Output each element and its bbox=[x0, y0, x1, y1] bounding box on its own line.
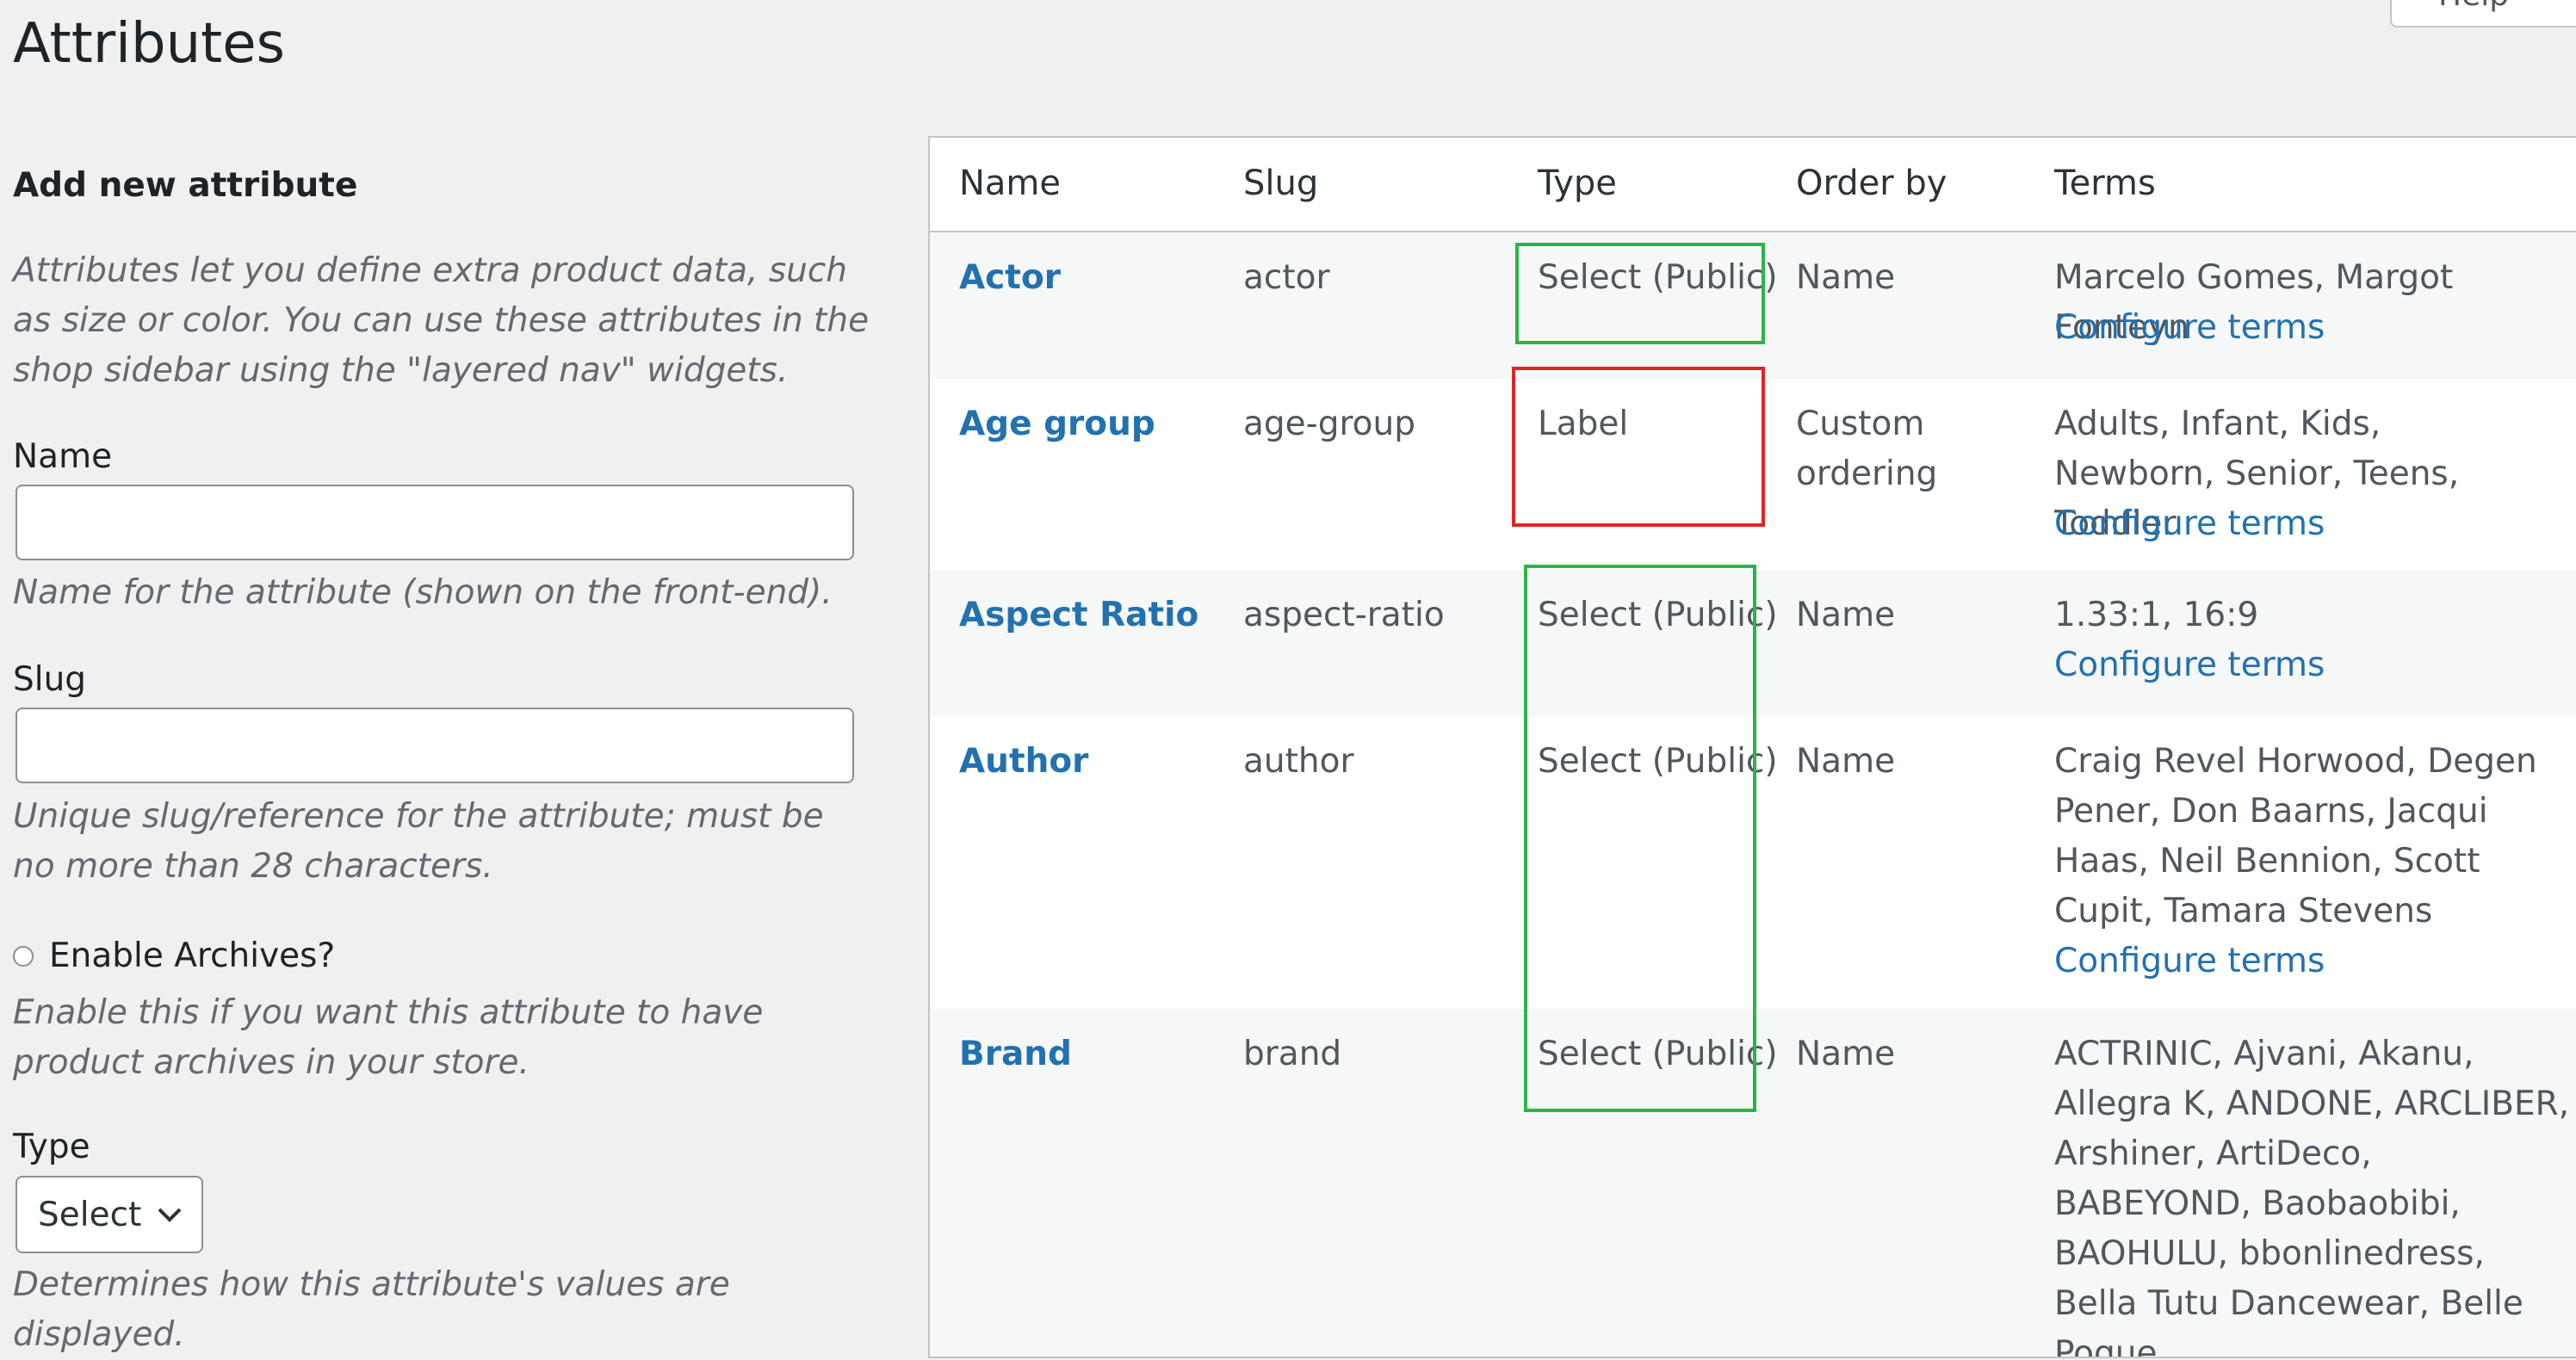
attribute-name-link[interactable]: Author bbox=[959, 737, 1088, 787]
type-label: Type bbox=[13, 1128, 90, 1166]
name-label: Name bbox=[13, 437, 113, 476]
header-slug[interactable]: Slug bbox=[1243, 164, 1318, 203]
attribute-slug: author bbox=[1243, 742, 1354, 781]
slug-input[interactable] bbox=[15, 708, 854, 783]
attribute-slug: aspect-ratio bbox=[1243, 596, 1445, 634]
section-title: Add new attribute bbox=[13, 166, 358, 205]
chevron-down-icon bbox=[158, 1208, 182, 1222]
archives-row: Enable Archives? bbox=[13, 937, 335, 975]
attribute-terms: Craig Revel Horwood, Degen Pener, Don Ba… bbox=[2054, 742, 2537, 930]
configure-terms-link[interactable]: Configure terms bbox=[2054, 499, 2325, 549]
attributes-table: Name Slug Type Order by Terms Actor acto… bbox=[928, 136, 2576, 1358]
intro-description: Attributes let you define extra product … bbox=[13, 251, 870, 390]
attribute-terms: 1.33:1, 16:9 bbox=[2054, 596, 2259, 634]
page-title: Attributes bbox=[13, 12, 285, 76]
attribute-order-by: Name bbox=[1796, 596, 1896, 634]
header-order-by: Order by bbox=[1796, 164, 1947, 203]
type-select[interactable]: Select bbox=[15, 1176, 203, 1253]
highlight-box-green bbox=[1515, 243, 1765, 344]
header-name[interactable]: Name bbox=[959, 164, 1061, 203]
type-select-value: Select bbox=[38, 1195, 142, 1234]
name-input[interactable] bbox=[15, 485, 854, 560]
help-tab[interactable]: Help bbox=[2390, 0, 2576, 28]
type-help: Determines how this attribute's values a… bbox=[13, 1265, 730, 1354]
table-header: Name Slug Type Order by Terms bbox=[930, 138, 2576, 232]
slug-help: Unique slug/reference for the attribute;… bbox=[13, 797, 824, 886]
attribute-name-link[interactable]: Age group bbox=[959, 399, 1155, 449]
attribute-name-link[interactable]: Aspect Ratio bbox=[959, 590, 1198, 640]
slug-label: Slug bbox=[13, 660, 87, 699]
attribute-name-link[interactable]: Brand bbox=[959, 1029, 1072, 1079]
enable-archives-label[interactable]: Enable Archives? bbox=[49, 937, 335, 975]
header-type: Type bbox=[1538, 164, 1617, 203]
archives-help: Enable this if you want this attribute t… bbox=[13, 993, 764, 1082]
attribute-order-by: Name bbox=[1796, 742, 1896, 781]
enable-archives-checkbox[interactable] bbox=[13, 945, 34, 967]
configure-terms-link[interactable]: Configure terms bbox=[2054, 303, 2325, 353]
highlight-box-red bbox=[1512, 367, 1765, 527]
highlight-box-green bbox=[1524, 565, 1756, 1112]
attribute-slug: actor bbox=[1243, 258, 1330, 297]
configure-terms-link[interactable]: Configure terms bbox=[2054, 937, 2325, 986]
configure-terms-link[interactable]: Configure terms bbox=[2054, 640, 2325, 690]
name-help: Name for the attribute (shown on the fro… bbox=[13, 573, 833, 612]
attribute-terms: ACTRINIC, Ajvani, Akanu, Allegra K, ANDO… bbox=[2054, 1035, 2570, 1358]
header-terms: Terms bbox=[2054, 164, 2156, 203]
attribute-order-by: Custom ordering bbox=[1796, 405, 1938, 493]
attribute-name-link[interactable]: Actor bbox=[959, 253, 1061, 303]
attribute-order-by: Name bbox=[1796, 258, 1896, 297]
attribute-order-by: Name bbox=[1796, 1035, 1896, 1073]
attribute-slug: brand bbox=[1243, 1035, 1342, 1073]
attribute-slug: age-group bbox=[1243, 405, 1415, 443]
